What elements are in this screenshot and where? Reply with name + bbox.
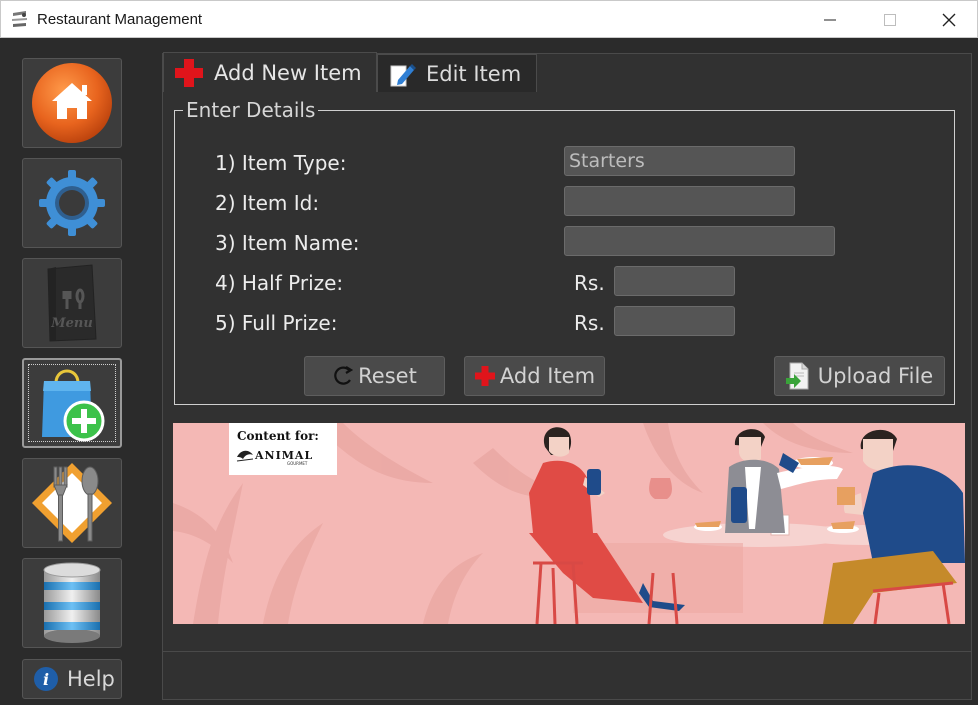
- help-button[interactable]: i Help: [22, 659, 122, 699]
- tab-edit-item-label: Edit Item: [426, 61, 522, 86]
- reset-button-label: Reset: [358, 364, 417, 388]
- reset-button[interactable]: Reset: [304, 356, 445, 396]
- sidebar-item-menu[interactable]: Menu: [22, 258, 122, 348]
- red-plus-icon: [175, 58, 203, 87]
- half-prize-label: 4) Half Prize:: [215, 271, 344, 295]
- content-for-badge: Content for: ANIMAL GOURMET: [229, 423, 337, 475]
- refresh-icon: [334, 366, 354, 385]
- item-name-input[interactable]: [564, 226, 835, 256]
- sidebar-item-add-item[interactable]: [22, 358, 122, 448]
- full-prize-input[interactable]: [614, 306, 735, 336]
- sidebar-item-home[interactable]: [22, 58, 122, 148]
- menu-card-text: Menu: [50, 316, 93, 331]
- item-name-label: 3) Item Name:: [215, 231, 360, 255]
- help-label: Help: [67, 667, 115, 691]
- full-prize-currency: Rs.: [574, 311, 605, 335]
- minimize-icon: [824, 19, 836, 21]
- enter-details-legend: Enter Details: [183, 98, 319, 122]
- file-import-icon: [785, 362, 809, 390]
- sidebar: Menu i Help: [14, 53, 128, 700]
- item-id-label: 2) Item Id:: [215, 191, 320, 215]
- half-prize-currency: Rs.: [574, 271, 605, 295]
- half-prize-input[interactable]: [614, 266, 735, 296]
- sidebar-item-settings[interactable]: [22, 158, 122, 248]
- item-type-label: 1) Item Type:: [215, 151, 347, 175]
- close-button[interactable]: [926, 1, 972, 39]
- tab-edit-item[interactable]: Edit Item: [377, 54, 537, 92]
- upload-file-button-label: Upload File: [817, 364, 934, 388]
- red-plus-icon: [474, 366, 495, 386]
- svg-text:i: i: [43, 670, 49, 689]
- sidebar-item-dining[interactable]: [22, 458, 122, 548]
- title-bar: Restaurant Management: [0, 0, 978, 38]
- item-id-input[interactable]: [564, 186, 795, 216]
- app-frame: Menu i Help Add New Item Edit Item Enter…: [0, 38, 978, 705]
- status-divider: [163, 651, 971, 652]
- content-for-text: Content for:: [237, 429, 319, 443]
- upload-file-button[interactable]: Upload File: [774, 356, 945, 396]
- tab-add-new-item-label: Add New Item: [214, 60, 362, 85]
- gear-icon: [39, 170, 105, 236]
- maximize-button[interactable]: [867, 1, 913, 39]
- sidebar-item-database[interactable]: [22, 558, 122, 648]
- tab-add-new-item[interactable]: Add New Item: [163, 52, 377, 92]
- app-icon: [12, 11, 27, 27]
- fork-spoon-icon: [32, 463, 112, 543]
- minimize-button[interactable]: [807, 1, 853, 39]
- menu-card-icon: Menu: [47, 264, 97, 342]
- full-prize-label: 5) Full Prize:: [215, 311, 338, 335]
- restaurant-banner: Content for: ANIMAL GOURMET: [173, 423, 965, 624]
- edit-pencil-icon: [390, 63, 416, 86]
- main-panel: Add New Item Edit Item Enter Details 1) …: [162, 52, 972, 700]
- database-icon: [43, 562, 101, 643]
- add-item-button-label: Add Item: [499, 364, 596, 388]
- shopping-bag-plus-icon: [42, 369, 105, 442]
- add-item-button[interactable]: Add Item: [464, 356, 605, 396]
- info-icon: i: [34, 667, 58, 691]
- window-title: Restaurant Management: [37, 11, 203, 28]
- enter-details-group: Enter Details 1) Item Type: Starters 2) …: [174, 98, 955, 405]
- brand-subtitle: GOURMET: [287, 461, 308, 466]
- brand-logo-icon: [236, 450, 254, 462]
- home-icon: [32, 63, 112, 143]
- maximize-icon: [884, 14, 896, 26]
- close-icon: [942, 13, 956, 27]
- item-type-select[interactable]: Starters: [564, 146, 795, 176]
